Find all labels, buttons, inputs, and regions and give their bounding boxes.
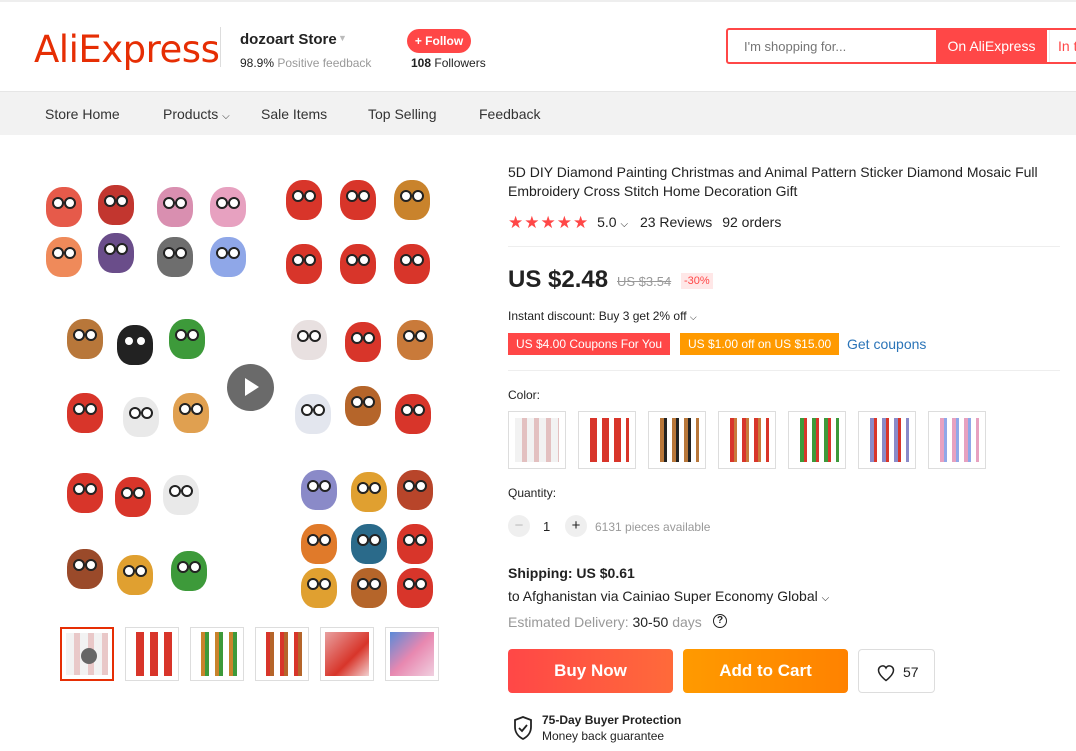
store-header: AliExpress dozoart Store ▼ 98.9% Positiv…	[0, 0, 1076, 91]
thumbnail-4[interactable]	[255, 627, 309, 681]
star-icon: ★★★★★	[508, 213, 590, 232]
shipping-destination[interactable]: to Afghanistan via Cainiao Super Economy…	[508, 588, 829, 604]
estimated-delivery-label: Estimated Delivery:	[508, 614, 629, 630]
thumbnail-1[interactable]	[60, 627, 114, 681]
store-name[interactable]: dozoart Store	[240, 31, 337, 48]
estimated-delivery-days: 30-50	[632, 614, 669, 630]
plus-icon[interactable]: +	[565, 515, 587, 537]
followers-number: 108	[411, 56, 432, 70]
buyer-protection-subtitle: Money back guarantee	[542, 729, 665, 743]
nav-store-home[interactable]: Store Home	[45, 106, 120, 122]
santa-stickers-image	[282, 178, 457, 303]
follow-button[interactable]: + Follow	[407, 29, 471, 53]
shipping-destination-text: to Afghanistan via Cainiao Super Economy…	[508, 588, 818, 604]
chevron-down-icon: ⌵	[689, 312, 697, 322]
buy-now-button[interactable]: Buy Now	[508, 649, 673, 693]
store-coupon[interactable]: US $4.00 Coupons For You	[508, 333, 671, 355]
store-caret-icon[interactable]: ▼	[338, 33, 347, 43]
followers-count: 108 Followers	[411, 56, 486, 70]
christmas-characters-image	[65, 315, 225, 455]
color-swatch-6[interactable]	[858, 411, 916, 469]
estimated-delivery-unit: days	[672, 614, 702, 630]
heart-icon	[877, 665, 895, 682]
wishlist-count: 57	[903, 664, 919, 680]
chevron-down-icon: ⌵	[821, 593, 830, 604]
quantity-label: Quantity:	[508, 486, 557, 500]
store-nav: Store Home Products ⌵ Sale Items Top Sel…	[0, 91, 1076, 135]
orders-count: 92 orders	[722, 214, 782, 230]
nav-sale-items[interactable]: Sale Items	[261, 106, 327, 122]
search-bar: On AliExpress In t	[726, 28, 1076, 64]
divider	[508, 246, 1060, 247]
chevron-down-icon[interactable]: ⌵	[620, 219, 628, 230]
product-price: US $2.48	[508, 266, 609, 293]
header-divider	[220, 27, 221, 67]
select-coupon[interactable]: US $1.00 off on US $15.00	[680, 333, 840, 355]
rating-value[interactable]: 5.0	[597, 214, 616, 230]
play-icon	[81, 648, 97, 664]
feedback-label: Positive feedback	[277, 56, 372, 70]
thumbnail-2[interactable]	[125, 627, 179, 681]
thumbnail-3[interactable]	[190, 627, 244, 681]
nav-feedback[interactable]: Feedback	[479, 106, 540, 122]
discount-badge: -30%	[681, 273, 713, 289]
add-to-cart-button[interactable]: Add to Cart	[683, 649, 848, 693]
search-input[interactable]	[744, 39, 924, 54]
followers-label: Followers	[434, 56, 486, 70]
shield-icon	[514, 716, 532, 740]
circus-stickers-image	[299, 468, 439, 610]
main-product-image[interactable]	[37, 163, 461, 613]
shipping-title: Shipping: US $0.61	[508, 565, 635, 581]
search-aliexpress-button[interactable]: On AliExpress	[936, 30, 1047, 62]
thumbnail-6[interactable]	[385, 627, 439, 681]
help-icon[interactable]: ?	[713, 614, 727, 628]
search-store-button[interactable]: In t	[1049, 30, 1076, 62]
aliexpress-logo[interactable]: AliExpress	[34, 28, 220, 71]
get-coupons-link[interactable]: Get coupons	[847, 336, 926, 352]
wishlist-button[interactable]: 57	[858, 649, 935, 693]
nav-products[interactable]: Products ⌵	[163, 106, 230, 122]
thumbnail-5[interactable]	[320, 627, 374, 681]
color-swatch-1[interactable]	[508, 411, 566, 469]
animals-stickers-image	[42, 183, 246, 323]
chevron-down-icon: ⌵	[222, 111, 230, 122]
store-feedback: 98.9% Positive feedback	[240, 56, 371, 70]
play-icon[interactable]	[227, 364, 274, 411]
buyer-protection-title: 75-Day Buyer Protection	[542, 713, 682, 727]
color-swatch-4[interactable]	[718, 411, 776, 469]
quantity-value[interactable]: 1	[543, 519, 550, 534]
nav-top-selling[interactable]: Top Selling	[368, 106, 437, 122]
nav-products-label: Products	[163, 106, 219, 122]
christmas-tree-stickers-image	[65, 471, 225, 611]
reviews-link[interactable]: 23 Reviews	[640, 214, 712, 230]
divider	[508, 370, 1060, 371]
feedback-percent: 98.9%	[240, 56, 275, 70]
pieces-available: 6131 pieces available	[595, 520, 711, 534]
instant-discount[interactable]: Instant discount: Buy 3 get 2% off ⌵	[508, 309, 697, 323]
color-label: Color:	[508, 388, 541, 402]
color-swatch-3[interactable]	[648, 411, 706, 469]
christmas-faces-image	[289, 318, 439, 453]
instant-discount-text: Instant discount: Buy 3 get 2% off	[508, 309, 687, 323]
minus-icon[interactable]: −	[508, 515, 530, 537]
color-swatch-7[interactable]	[928, 411, 986, 469]
color-swatch-5[interactable]	[788, 411, 846, 469]
original-price: US $3.54	[617, 274, 672, 289]
rating-row: ★★★★★ 5.0 ⌵ 23 Reviews 92 orders	[508, 213, 782, 232]
color-swatch-2[interactable]	[578, 411, 636, 469]
product-title: 5D DIY Diamond Painting Christmas and An…	[508, 164, 1038, 199]
estimated-delivery: Estimated Delivery: 30-50 days	[508, 614, 702, 630]
